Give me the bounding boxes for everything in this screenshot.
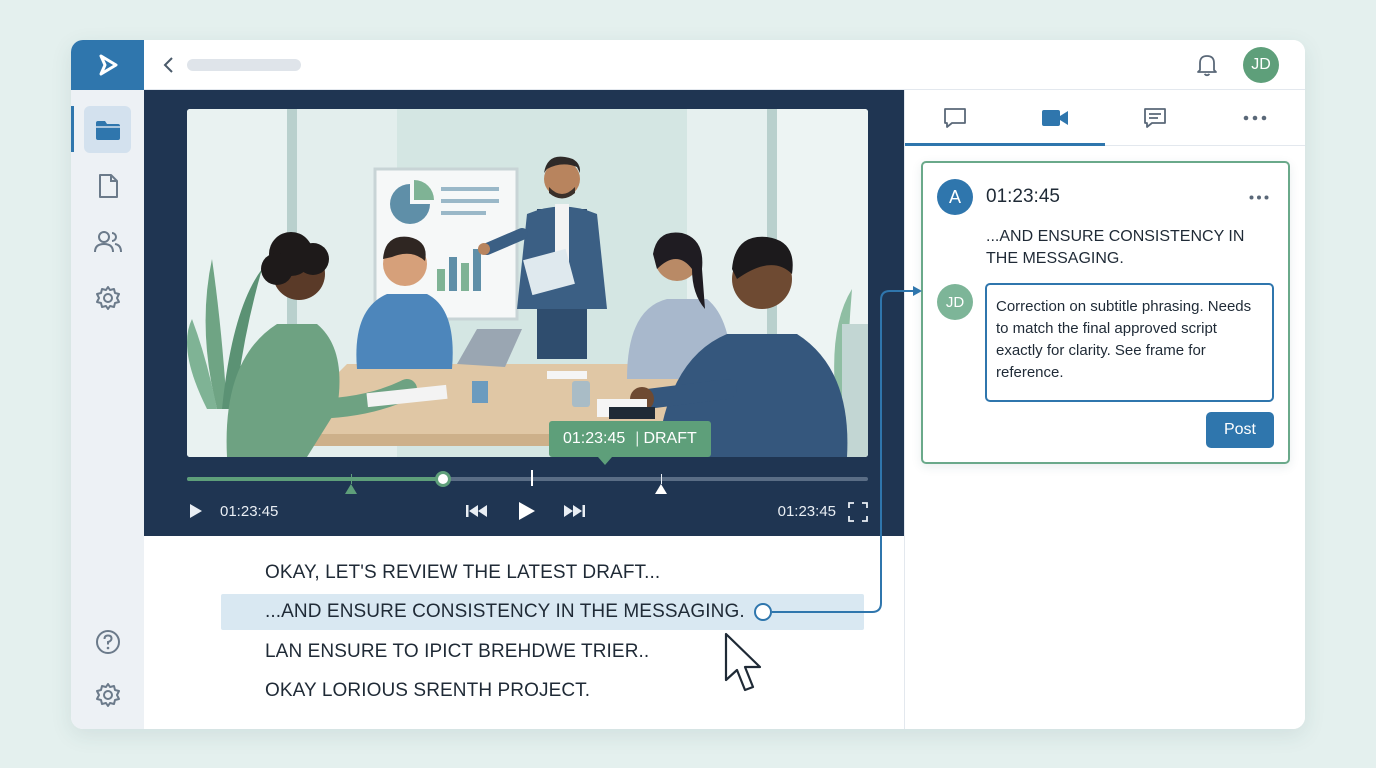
chat-bubble-icon bbox=[944, 108, 966, 128]
sidebar-item-documents[interactable] bbox=[84, 162, 131, 209]
tab-more[interactable] bbox=[1205, 90, 1305, 146]
marker-stem bbox=[661, 474, 662, 484]
chevron-left-icon bbox=[163, 57, 173, 73]
sidebar-item-settings[interactable] bbox=[84, 274, 131, 321]
settings-icon bbox=[95, 285, 120, 310]
play-icon bbox=[190, 504, 202, 518]
tab-messages[interactable] bbox=[1105, 90, 1205, 146]
sidebar-item-preferences[interactable] bbox=[84, 671, 131, 718]
playhead[interactable] bbox=[531, 470, 533, 486]
comment-author-avatar: A bbox=[937, 179, 973, 215]
sidebar-item-files[interactable] bbox=[84, 106, 131, 153]
marker-stem bbox=[351, 474, 352, 484]
play-icon bbox=[519, 502, 535, 520]
active-tab-indicator bbox=[905, 143, 1105, 146]
play-small-button[interactable] bbox=[187, 501, 205, 521]
reply-input[interactable]: Correction on subtitle phrasing. Needs t… bbox=[985, 283, 1274, 402]
bell-icon bbox=[1197, 55, 1217, 77]
sidebar-item-help[interactable] bbox=[84, 618, 131, 665]
folder-icon bbox=[95, 120, 120, 140]
post-button[interactable]: Post bbox=[1206, 412, 1274, 448]
current-time: 01:23:45 bbox=[220, 503, 279, 520]
top-bar: JD bbox=[144, 40, 1305, 90]
settings-icon bbox=[95, 682, 120, 707]
video-frame[interactable] bbox=[187, 109, 868, 457]
comment-marker[interactable] bbox=[345, 484, 357, 494]
comment-more-button[interactable] bbox=[1245, 183, 1273, 211]
badge-status: DRAFT bbox=[643, 430, 697, 447]
comment-marker[interactable] bbox=[655, 484, 667, 494]
transcript-line[interactable]: LAN ENSURE TO IPICT BREHDWE TRIER.. bbox=[265, 641, 649, 663]
fullscreen-icon bbox=[848, 502, 868, 522]
comments-panel: A 01:23:45 ...AND ENSURE CONSISTENCY IN … bbox=[904, 90, 1305, 729]
notifications-button[interactable] bbox=[1194, 52, 1220, 78]
message-lines-icon bbox=[1144, 108, 1166, 128]
user-avatar[interactable]: JD bbox=[1243, 47, 1279, 83]
total-time: 01:23:45 bbox=[777, 503, 836, 520]
video-camera-icon bbox=[1042, 110, 1068, 126]
transcript-line[interactable]: OKAY LORIOUS SRENTH PROJECT. bbox=[265, 680, 590, 702]
badge-timecode: 01:23:45 bbox=[563, 430, 626, 447]
users-icon bbox=[93, 230, 122, 252]
panel-tabs bbox=[905, 90, 1305, 146]
mouse-pointer-icon bbox=[724, 632, 762, 692]
badge-separator: | bbox=[635, 430, 640, 447]
transcript-panel: OKAY, LET'S REVIEW THE LATEST DRAFT... .… bbox=[144, 536, 904, 729]
logo[interactable] bbox=[71, 40, 144, 90]
play-button[interactable] bbox=[516, 499, 538, 523]
comment-card: A 01:23:45 ...AND ENSURE CONSISTENCY IN … bbox=[921, 161, 1290, 464]
skip-back-button[interactable] bbox=[465, 502, 489, 520]
skip-back-icon bbox=[466, 505, 487, 517]
comment-quote: ...AND ENSURE CONSISTENCY IN THE MESSAGI… bbox=[986, 228, 1245, 267]
sidebar-item-team[interactable] bbox=[84, 218, 131, 265]
back-button[interactable] bbox=[158, 54, 180, 76]
timeline-progress bbox=[187, 477, 443, 481]
breadcrumb-placeholder bbox=[187, 59, 301, 71]
sidebar bbox=[71, 40, 144, 729]
help-icon bbox=[95, 629, 120, 654]
comment-anchor[interactable] bbox=[754, 603, 772, 621]
tab-video[interactable] bbox=[1005, 90, 1105, 146]
player-controls: 01:23:45 01:23:45 bbox=[187, 496, 868, 526]
video-player: 01:23:45 | DRAFT 01:23:45 01:23:45 bbox=[144, 90, 904, 536]
timecode-badge[interactable]: 01:23:45 | DRAFT bbox=[549, 421, 711, 457]
tab-comments[interactable] bbox=[905, 90, 1005, 146]
transcript-line-active[interactable]: ...AND ENSURE CONSISTENCY IN THE MESSAGI… bbox=[265, 601, 745, 623]
reply-avatar: JD bbox=[937, 284, 973, 320]
badge-pointer bbox=[598, 457, 612, 465]
skip-forward-button[interactable] bbox=[562, 502, 586, 520]
transcript-line[interactable]: OKAY, LET'S REVIEW THE LATEST DRAFT... bbox=[265, 562, 660, 584]
more-horizontal-icon bbox=[1243, 115, 1267, 121]
video-frame-image bbox=[187, 109, 868, 457]
fullscreen-button[interactable] bbox=[847, 501, 869, 523]
logo-play-icon bbox=[99, 54, 117, 76]
timeline-scrubber[interactable] bbox=[435, 471, 451, 487]
comment-timestamp[interactable]: 01:23:45 bbox=[986, 186, 1060, 208]
nav-active-indicator bbox=[71, 106, 74, 152]
document-icon bbox=[98, 173, 118, 198]
skip-forward-icon bbox=[564, 505, 585, 517]
app-window: JD 01:23:45 | DRAFT 01:23:45 01:23:45 OK… bbox=[71, 40, 1305, 729]
more-horizontal-icon bbox=[1249, 195, 1269, 199]
